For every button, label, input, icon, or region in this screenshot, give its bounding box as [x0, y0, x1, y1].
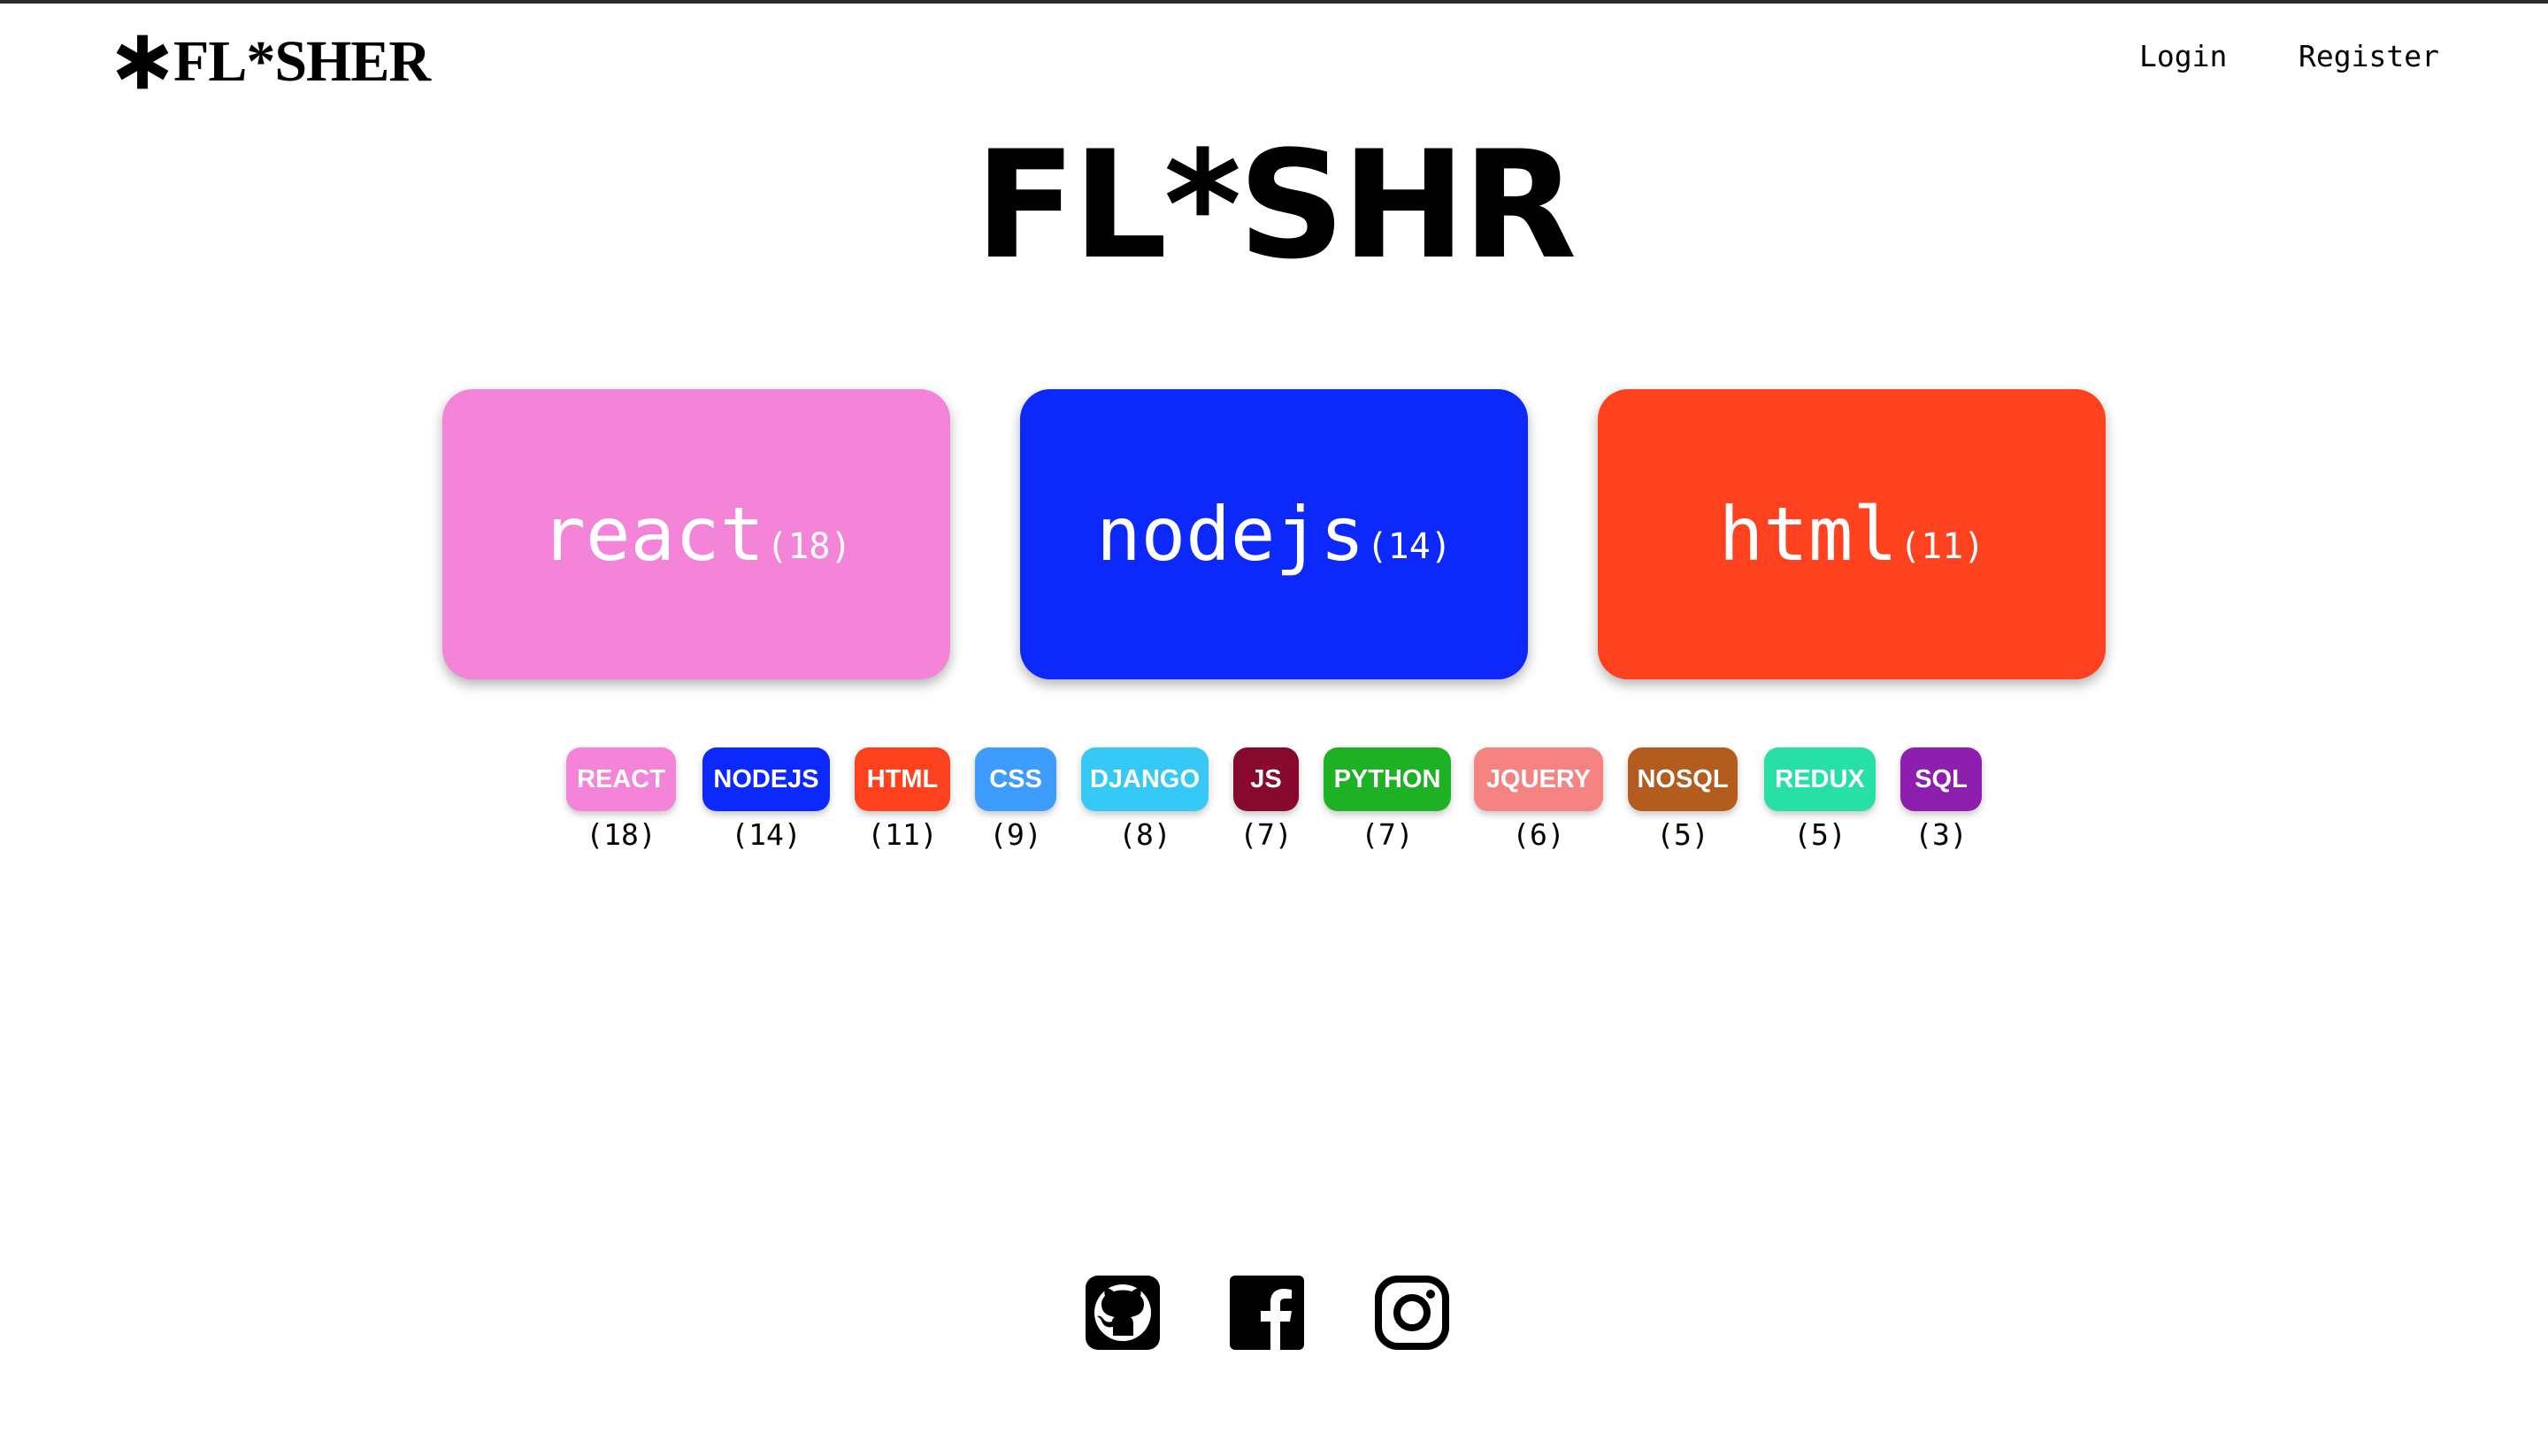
github-icon	[1086, 1276, 1160, 1350]
register-link[interactable]: Register	[2299, 39, 2439, 73]
card-name: nodejs	[1096, 491, 1365, 578]
tag-item-nodejs: NODEJS (14)	[702, 747, 830, 862]
tag-button-python[interactable]: PYTHON	[1324, 747, 1451, 811]
tag-button-css[interactable]: CSS	[975, 747, 1056, 811]
tag-button-django[interactable]: DJANGO	[1081, 747, 1209, 811]
asterisk-icon	[116, 34, 169, 89]
card-count: (11)	[1899, 526, 1985, 567]
featured-card-html[interactable]: html (11)	[1598, 389, 2106, 679]
tag-count: (7)	[1239, 817, 1293, 852]
tag-count: (7)	[1361, 817, 1414, 852]
tag-count: (8)	[1118, 817, 1171, 852]
tag-item-react: REACT (18)	[566, 747, 676, 862]
instagram-link[interactable]	[1373, 1274, 1451, 1352]
tag-count: (14)	[731, 817, 802, 852]
tag-count: (6)	[1512, 817, 1565, 852]
tag-item-css: CSS (9)	[975, 747, 1056, 862]
tag-count: (3)	[1915, 817, 1968, 852]
brand-logo-link[interactable]: FL*SHER	[113, 27, 431, 97]
tag-button-js[interactable]: JS	[1233, 747, 1299, 811]
tag-button-redux[interactable]: REDUX	[1764, 747, 1876, 811]
tag-button-react[interactable]: REACT	[566, 747, 676, 811]
github-link[interactable]	[1084, 1274, 1162, 1352]
tag-list: REACT (18) NODEJS (14) HTML (11) CSS (9)…	[0, 747, 2548, 862]
card-name: react	[541, 491, 765, 578]
tag-item-python: PYTHON (7)	[1324, 747, 1451, 862]
login-link[interactable]: Login	[2139, 39, 2227, 73]
tag-item-jquery: JQUERY (6)	[1474, 747, 1603, 862]
facebook-icon	[1230, 1276, 1304, 1350]
tag-count: (5)	[1656, 817, 1709, 852]
tag-button-sql[interactable]: SQL	[1900, 747, 1982, 811]
tag-item-js: JS (7)	[1233, 747, 1299, 862]
tag-count: (18)	[586, 817, 656, 852]
tag-button-html[interactable]: HTML	[855, 747, 950, 811]
social-links	[0, 1274, 2548, 1352]
tag-count: (11)	[867, 817, 938, 852]
featured-card-react[interactable]: react (18)	[442, 389, 950, 679]
tag-count: (9)	[989, 817, 1042, 852]
facebook-link[interactable]	[1228, 1274, 1306, 1352]
tag-button-nosql[interactable]: NOSQL	[1628, 747, 1738, 811]
card-name: html	[1718, 491, 1898, 578]
page-title: FL*SHR	[974, 119, 1577, 292]
featured-card-nodejs[interactable]: nodejs (14)	[1020, 389, 1528, 679]
tag-item-sql: SQL (3)	[1900, 747, 1982, 862]
top-rule	[0, 0, 2548, 4]
card-count: (18)	[766, 526, 852, 567]
tag-count: (5)	[1793, 817, 1846, 852]
tag-item-redux: REDUX (5)	[1764, 747, 1876, 862]
card-count: (14)	[1366, 526, 1452, 567]
featured-cards: react (18) nodejs (14) html (11)	[0, 389, 2548, 679]
tag-item-nosql: NOSQL (5)	[1628, 747, 1738, 862]
tag-button-jquery[interactable]: JQUERY	[1474, 747, 1603, 811]
tag-button-nodejs[interactable]: NODEJS	[702, 747, 830, 811]
tag-item-html: HTML (11)	[855, 747, 950, 862]
brand-text: FL*SHER	[173, 29, 431, 94]
tag-item-django: DJANGO (8)	[1081, 747, 1209, 862]
instagram-icon	[1375, 1276, 1449, 1350]
